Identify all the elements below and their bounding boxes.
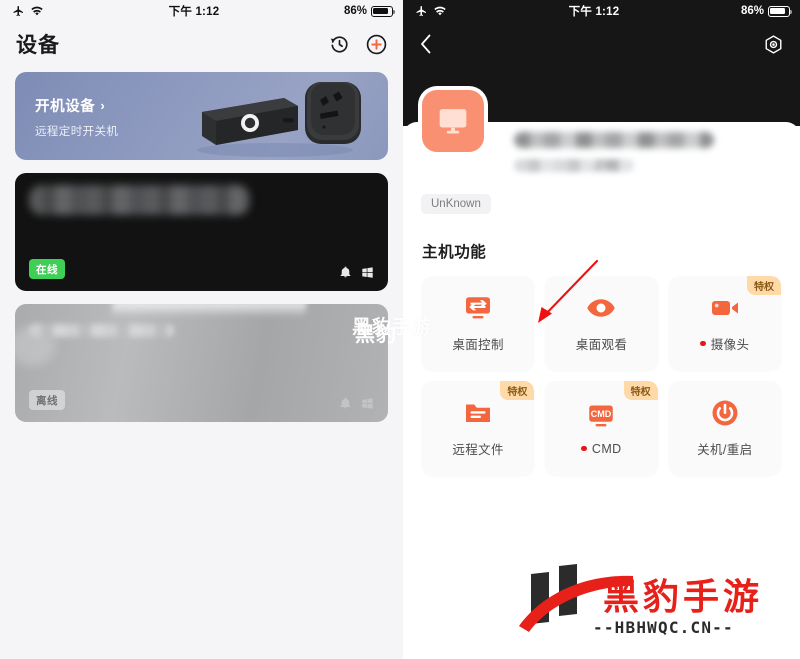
card-shine-decor	[111, 304, 307, 317]
monitor-icon	[439, 109, 467, 134]
device-card-offline[interactable]: 离线	[15, 304, 388, 422]
avatar	[422, 90, 484, 152]
hex-settings-icon[interactable]	[763, 34, 784, 55]
device-name-blurred	[29, 324, 174, 337]
device-header: .230 UnKnown	[403, 90, 800, 214]
status-dot	[581, 445, 587, 452]
logo-domain: --HBHWQC.CN--	[593, 618, 734, 637]
svg-text:CMD: CMD	[591, 408, 612, 418]
function-label-text: 远程文件	[452, 443, 504, 457]
function-label: 远程文件	[452, 439, 504, 458]
status-badge: 离线	[29, 390, 65, 410]
logo-wordmark: 黑豹手游	[603, 576, 764, 617]
chevron-left-icon[interactable]	[419, 32, 433, 56]
function-label-text: 摄像头	[710, 338, 750, 352]
function-label: 桌面控制	[452, 334, 504, 353]
brand-logo: 黑豹手游 --HBHWQC.CN--	[515, 560, 795, 646]
power-icon	[710, 398, 740, 428]
device-meta: .230	[514, 122, 782, 172]
device-ip-blurred: .230	[514, 157, 634, 172]
watermark-center: 黑豹手游	[352, 317, 433, 338]
eye-icon	[586, 293, 616, 323]
status-dot	[700, 340, 706, 347]
status-left-icons	[415, 5, 447, 17]
function-label: 桌面观看	[576, 334, 628, 353]
left-nav-bar: 设备	[0, 22, 403, 66]
bell-icon[interactable]	[339, 265, 352, 279]
function-card-power[interactable]: 关机/重启	[668, 381, 781, 475]
status-time: 下午 1:12	[568, 6, 620, 18]
promo-title: 开机设备	[35, 99, 96, 115]
windows-icon	[362, 266, 373, 278]
right-nav-bar	[403, 22, 800, 66]
status-badge: UnKnown	[421, 194, 491, 214]
function-label-text: 桌面控制	[452, 338, 504, 352]
windows-icon	[362, 397, 373, 409]
status-left-icons	[12, 5, 44, 17]
promo-title-row: 开机设备 ›	[35, 95, 118, 116]
wifi-icon	[31, 6, 43, 16]
device-card-online[interactable]: 在线	[15, 173, 388, 291]
bell-icon[interactable]	[339, 396, 352, 410]
battery-percent: 86%	[740, 5, 764, 17]
left-phone-panel: 下午 1:12 86% 设备 开机设备 › 远程定时开关机 在线 离线 黑豹	[0, 0, 403, 659]
history-clock-icon[interactable]	[329, 34, 350, 55]
device-card-list: 开机设备 › 远程定时开关机 在线 离线	[0, 66, 403, 422]
plus-circle-icon[interactable]	[366, 34, 387, 55]
privilege-badge: 特权	[747, 276, 781, 295]
function-card-cmd[interactable]: 特权 CMD CMD	[545, 381, 658, 475]
nav-actions	[329, 34, 387, 55]
device-card-footer: 在线	[29, 259, 374, 279]
function-label: CMD	[581, 442, 621, 456]
battery-icon	[371, 5, 396, 17]
cmd-monitor-icon: CMD	[586, 401, 616, 431]
function-label-text: 关机/重启	[697, 443, 753, 457]
status-time: 下午 1:12	[168, 6, 220, 18]
folder-icon	[463, 398, 493, 428]
function-label: 关机/重启	[697, 439, 752, 458]
device-card-icons	[339, 396, 374, 410]
device-card-footer: 离线	[29, 390, 374, 410]
privilege-badge: 特权	[623, 381, 658, 400]
device-card-icons	[339, 265, 374, 279]
page-title: 设备	[16, 34, 60, 57]
screenshot-root: 下午 1:12 86% 设备 开机设备 › 远程定时开关机 在线 离线 黑豹 下…	[0, 0, 800, 659]
function-grid: 桌面控制 桌面观看 特权 摄像头 特权 远程文件 特权 CMD CMD 关机/重…	[403, 262, 800, 475]
left-status-bar: 下午 1:12 86%	[0, 0, 403, 22]
promo-banner[interactable]: 开机设备 › 远程定时开关机	[15, 72, 388, 160]
promo-subtitle: 远程定时开关机	[35, 126, 119, 138]
video-camera-icon	[710, 293, 740, 323]
function-label-text: CMD	[591, 441, 622, 456]
privilege-badge: 特权	[500, 381, 535, 400]
status-right-icons: 86%	[343, 5, 396, 17]
status-badge: 在线	[29, 259, 65, 279]
device-ip-tail: .230	[592, 157, 618, 172]
function-card-desktop-watch[interactable]: 桌面观看	[545, 276, 658, 370]
right-status-bar: 下午 1:12 86%	[403, 0, 800, 22]
smart-plug-device-image	[197, 82, 361, 157]
monitor-exchange-icon	[463, 293, 493, 323]
function-label: 摄像头	[700, 334, 749, 353]
status-right-icons: 86%	[740, 5, 793, 17]
section-title: 主机功能	[422, 244, 487, 261]
wifi-icon	[434, 6, 446, 16]
airplane-icon	[416, 6, 426, 16]
chevron-right-icon: ›	[100, 98, 106, 113]
device-name-blurred	[514, 132, 714, 148]
function-card-remote-files[interactable]: 特权 远程文件	[422, 381, 535, 475]
airplane-icon	[13, 6, 23, 16]
device-name-blurred	[29, 185, 250, 215]
battery-icon	[768, 5, 793, 17]
function-label-text: 桌面观看	[575, 338, 628, 352]
battery-percent: 86%	[343, 5, 367, 17]
function-card-camera[interactable]: 特权 摄像头	[668, 276, 781, 370]
right-phone-panel: 下午 1:12 86% .230 UnKnown 主机功能 桌面控制 桌面观看 …	[403, 0, 800, 659]
promo-text: 开机设备 › 远程定时开关机	[35, 95, 118, 139]
function-card-desktop-control[interactable]: 桌面控制	[422, 276, 535, 370]
